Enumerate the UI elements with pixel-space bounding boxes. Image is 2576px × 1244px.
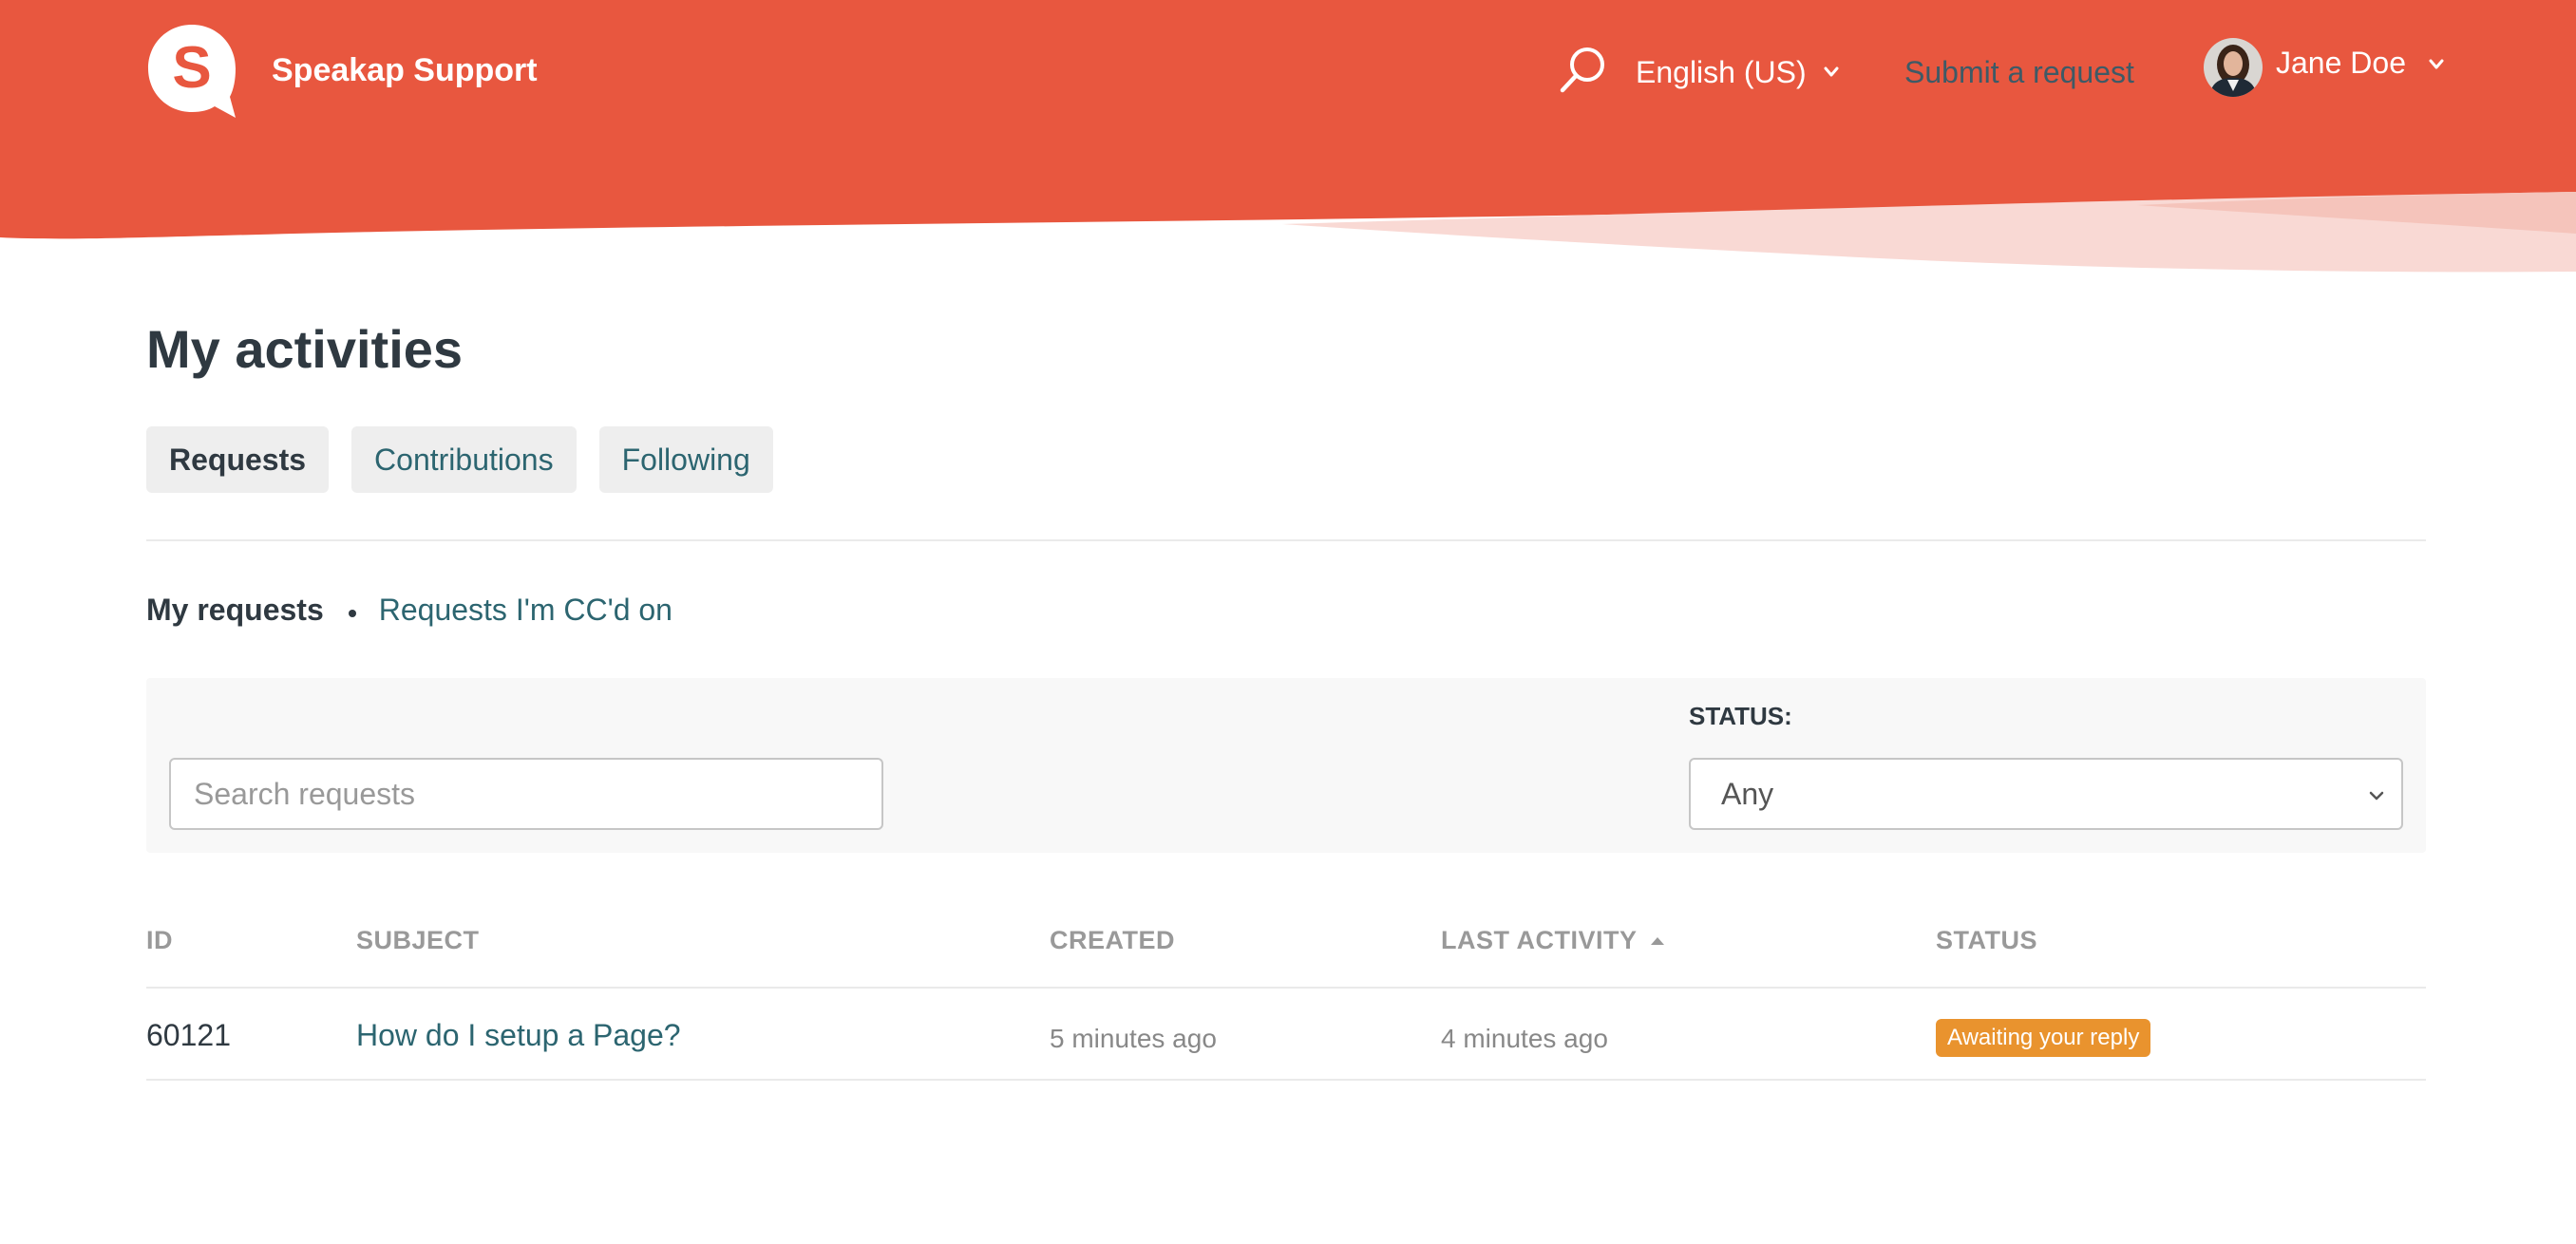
search-button[interactable] bbox=[1558, 46, 1607, 95]
column-header-subject: SUBJECT bbox=[356, 926, 480, 954]
status-filter-select[interactable]: Any bbox=[1689, 758, 2403, 830]
request-last-activity: 4 minutes ago bbox=[1441, 1024, 1608, 1053]
tab-following[interactable]: Following bbox=[598, 426, 773, 493]
search-requests-input[interactable] bbox=[169, 758, 883, 830]
chevron-down-icon bbox=[1824, 66, 1839, 77]
subnav-cc-requests-link[interactable]: Requests I'm CC'd on bbox=[379, 587, 672, 632]
page-title: My activities bbox=[146, 319, 464, 379]
sort-ascending-icon bbox=[1650, 937, 1664, 945]
header-wave-background bbox=[0, 0, 2576, 273]
language-selector[interactable]: English (US) bbox=[1636, 49, 1839, 95]
status-badge: Awaiting your reply bbox=[1936, 1019, 2151, 1057]
column-header-id: ID bbox=[146, 926, 173, 954]
logo-icon: S bbox=[148, 25, 236, 118]
request-filters: STATUS: Any bbox=[146, 678, 2426, 853]
speakap-logo[interactable]: S bbox=[146, 23, 237, 118]
site-header: S Speakap Support English (US) Submit a … bbox=[0, 0, 2576, 275]
chevron-down-icon bbox=[2369, 791, 2384, 801]
column-header-created: CREATED bbox=[1050, 926, 1176, 954]
request-id: 60121 bbox=[146, 1018, 231, 1052]
request-subject-link[interactable]: How do I setup a Page? bbox=[356, 1012, 681, 1058]
subnav-separator bbox=[348, 610, 356, 617]
chevron-down-icon bbox=[2429, 59, 2444, 69]
column-header-last-activity-label: LAST ACTIVITY bbox=[1441, 926, 1638, 954]
status-filter-value: Any bbox=[1721, 776, 1774, 811]
tab-contributions[interactable]: Contributions bbox=[351, 426, 577, 493]
table-header-divider bbox=[146, 987, 2426, 989]
column-header-last-activity[interactable]: LAST ACTIVITY bbox=[1441, 921, 1666, 959]
user-name: Jane Doe bbox=[2276, 45, 2406, 80]
requests-subnav: My requests Requests I'm CC'd on bbox=[146, 587, 672, 632]
request-created: 5 minutes ago bbox=[1050, 1024, 1217, 1053]
language-label: English (US) bbox=[1636, 55, 1807, 89]
avatar bbox=[2204, 38, 2263, 97]
brand-name[interactable]: Speakap Support bbox=[272, 47, 538, 93]
activity-tabs: Requests Contributions Following bbox=[146, 426, 773, 493]
subnav-my-requests: My requests bbox=[146, 593, 324, 627]
submit-request-link[interactable]: Submit a request bbox=[1904, 49, 2134, 95]
table-row-divider bbox=[146, 1079, 2426, 1081]
search-icon bbox=[1560, 47, 1604, 93]
svg-text:S: S bbox=[172, 35, 211, 101]
section-divider bbox=[146, 539, 2426, 541]
user-menu[interactable]: Jane Doe bbox=[2204, 38, 2444, 97]
column-header-status: STATUS bbox=[1936, 926, 2037, 954]
tab-requests[interactable]: Requests bbox=[146, 426, 330, 493]
status-filter-label: STATUS: bbox=[1689, 702, 1792, 730]
